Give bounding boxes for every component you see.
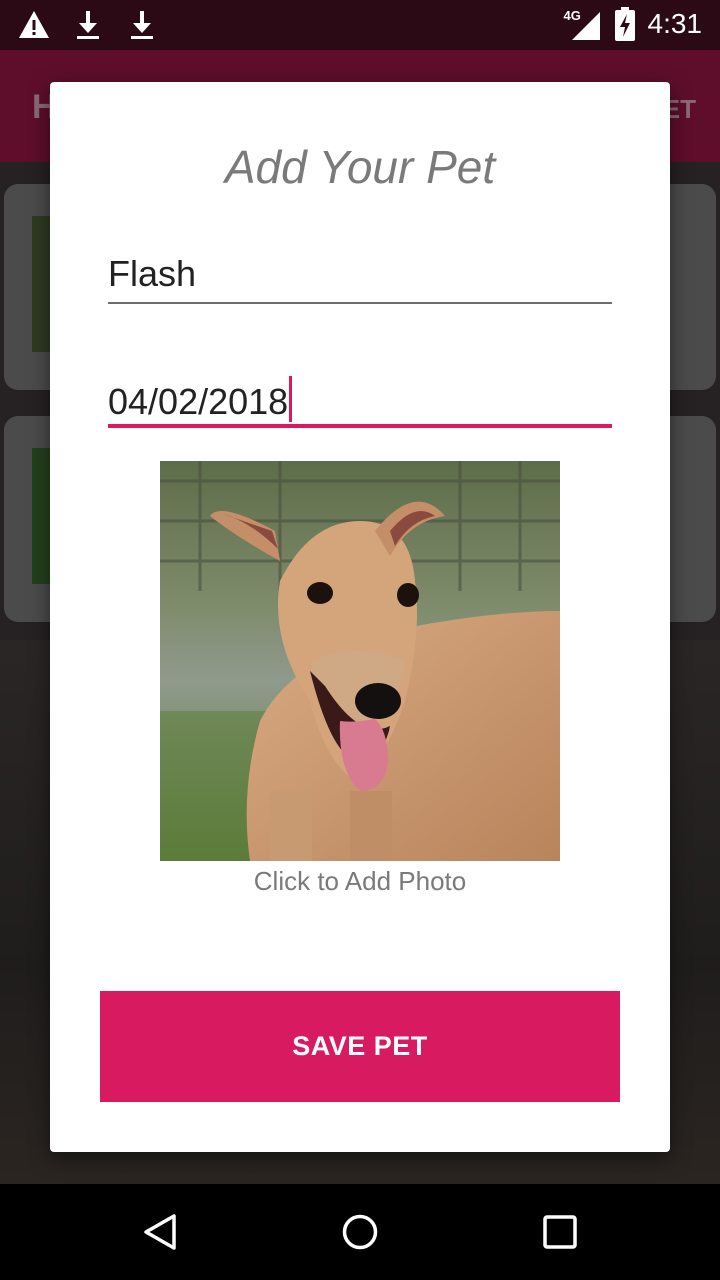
- pet-name-value: Flash: [108, 253, 197, 294]
- pet-birthdate-field[interactable]: 04/02/2018: [108, 376, 612, 428]
- signal-icon: 4G: [564, 6, 602, 42]
- dog-photo-image: [160, 461, 560, 861]
- dialog-title: Add Your Pet: [224, 141, 496, 193]
- battery-charging-icon: [614, 7, 635, 41]
- recents-icon[interactable]: [540, 1212, 580, 1252]
- clock: 4:31: [647, 8, 703, 39]
- save-pet-button[interactable]: SAVE PET: [100, 991, 620, 1102]
- download-icon: [131, 11, 153, 39]
- status-bar: 4G 4:31: [0, 0, 720, 50]
- warning-icon: [19, 11, 49, 38]
- text-cursor: [289, 376, 293, 422]
- pet-name-underline: [108, 302, 612, 304]
- pet-photo[interactable]: [160, 461, 560, 861]
- add-photo-caption[interactable]: Click to Add Photo: [50, 866, 670, 897]
- back-icon[interactable]: [140, 1212, 180, 1252]
- navigation-bar: [0, 1184, 720, 1280]
- home-icon[interactable]: [340, 1212, 380, 1252]
- pet-name-field[interactable]: Flash: [108, 254, 612, 304]
- download-icon: [77, 11, 99, 39]
- pet-birthdate-value: 04/02/2018: [108, 381, 289, 422]
- pet-birthdate-underline: [108, 424, 612, 428]
- add-pet-dialog: Add Your Pet Flash 04/02/2018 Click to A…: [50, 82, 670, 1152]
